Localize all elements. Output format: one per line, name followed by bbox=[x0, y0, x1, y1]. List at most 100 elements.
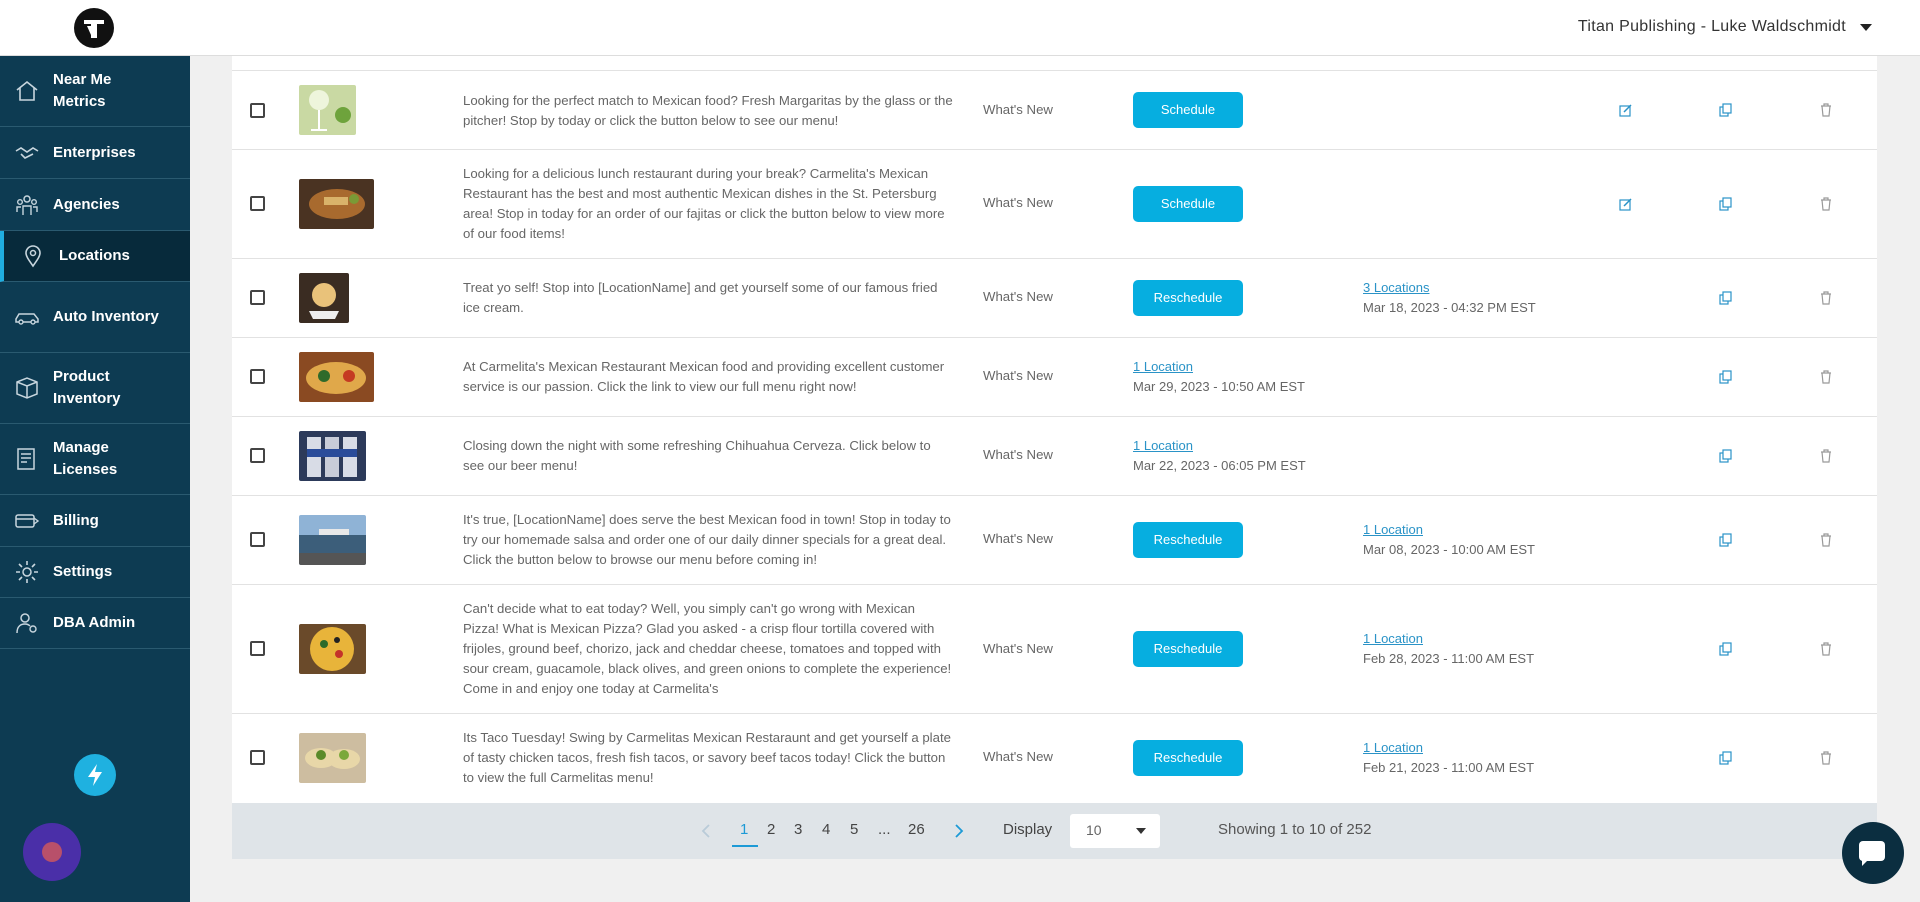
account-name: Titan Publishing - Luke Waldschmidt bbox=[1577, 18, 1846, 35]
chevron-down-icon bbox=[1136, 828, 1146, 834]
admin-user-icon bbox=[16, 613, 37, 634]
trash-icon[interactable] bbox=[1819, 533, 1833, 547]
schedule-info: 3 Locations Mar 18, 2023 - 04:32 PM EST bbox=[1363, 278, 1536, 318]
trash-icon[interactable] bbox=[1819, 449, 1833, 463]
sidebar-item-settings[interactable]: Settings bbox=[0, 547, 190, 598]
gear-icon bbox=[16, 561, 38, 583]
schedule-date: Feb 21, 2023 - 11:00 AM EST bbox=[1363, 760, 1535, 775]
locations-link[interactable]: 1 Location bbox=[1363, 629, 1534, 649]
box-icon bbox=[16, 377, 38, 399]
schedule-info: 1 Location Feb 21, 2023 - 11:00 AM EST bbox=[1363, 738, 1534, 778]
page-3[interactable]: 3 bbox=[794, 821, 802, 838]
locations-link[interactable]: 1 Location bbox=[1363, 520, 1535, 540]
table-row: Can't decide what to eat today? Well, yo… bbox=[232, 585, 1877, 714]
row-checkbox[interactable] bbox=[250, 641, 265, 656]
edit-icon[interactable] bbox=[1619, 197, 1633, 211]
sidebar-item-billing[interactable]: Billing bbox=[0, 495, 190, 547]
locations-link[interactable]: 1 Location bbox=[1133, 436, 1306, 456]
page-4[interactable]: 4 bbox=[822, 821, 830, 838]
sidebar-item-locations[interactable]: Locations bbox=[0, 231, 190, 282]
sidebar-item-product-inventory[interactable]: Product Inventory bbox=[0, 353, 190, 424]
chevron-right-icon[interactable] bbox=[954, 824, 964, 838]
sidebar-item-manage-licenses[interactable]: Manage Licenses bbox=[0, 424, 190, 495]
page-1[interactable]: 1 bbox=[740, 821, 748, 838]
display-label: Display bbox=[1003, 821, 1053, 838]
copy-icon[interactable] bbox=[1719, 370, 1733, 384]
car-icon bbox=[15, 313, 39, 325]
beer-thumbnail bbox=[299, 431, 366, 481]
copy-icon[interactable] bbox=[1719, 197, 1733, 211]
chevron-left-icon[interactable] bbox=[701, 824, 711, 838]
row-checkbox[interactable] bbox=[250, 196, 265, 211]
schedule-info: 1 Location Mar 29, 2023 - 10:50 AM EST bbox=[1133, 357, 1305, 397]
copy-icon[interactable] bbox=[1719, 533, 1733, 547]
account-switcher[interactable]: Titan Publishing - Luke Waldschmidt bbox=[1578, 18, 1872, 36]
post-description: It's true, [LocationName] does serve the… bbox=[463, 512, 951, 567]
copy-icon[interactable] bbox=[1719, 291, 1733, 305]
trash-icon[interactable] bbox=[1819, 642, 1833, 656]
locations-link[interactable]: 3 Locations bbox=[1363, 278, 1536, 298]
post-category: What's New bbox=[983, 289, 1053, 304]
sidebar-item-label: Product Inventory bbox=[53, 368, 121, 407]
platter-thumbnail bbox=[299, 352, 374, 402]
trash-icon[interactable] bbox=[1819, 370, 1833, 384]
row-checkbox[interactable] bbox=[250, 750, 265, 765]
license-icon bbox=[17, 448, 35, 470]
lightning-bolt-icon[interactable] bbox=[74, 754, 116, 796]
pagination-bar: 1 2 3 4 5 ... 26 Display 10 Showing 1 to… bbox=[232, 803, 1877, 859]
schedule-button[interactable]: Schedule bbox=[1133, 186, 1243, 222]
copy-icon[interactable] bbox=[1719, 751, 1733, 765]
reschedule-button[interactable]: Reschedule bbox=[1133, 280, 1243, 316]
locations-link[interactable]: 1 Location bbox=[1363, 738, 1534, 758]
display-count-select[interactable]: 10 bbox=[1070, 814, 1160, 848]
edit-icon[interactable] bbox=[1619, 103, 1633, 117]
row-checkbox[interactable] bbox=[250, 103, 265, 118]
sidebar-item-label: DBA Admin bbox=[53, 614, 136, 631]
handshake-icon bbox=[15, 146, 39, 159]
reschedule-button[interactable]: Reschedule bbox=[1133, 740, 1243, 776]
sidebar-item-dba-admin[interactable]: DBA Admin bbox=[0, 598, 190, 649]
reschedule-button[interactable]: Reschedule bbox=[1133, 522, 1243, 558]
sidebar-item-label: Locations bbox=[59, 247, 130, 264]
post-category: What's New bbox=[983, 368, 1053, 383]
current-page-indicator bbox=[732, 845, 758, 847]
schedule-info: 1 Location Feb 28, 2023 - 11:00 AM EST bbox=[1363, 629, 1534, 669]
schedule-date: Mar 18, 2023 - 04:32 PM EST bbox=[1363, 300, 1536, 315]
trash-icon[interactable] bbox=[1819, 291, 1833, 305]
page-2[interactable]: 2 bbox=[767, 821, 775, 838]
copy-icon[interactable] bbox=[1719, 103, 1733, 117]
trash-icon[interactable] bbox=[1819, 197, 1833, 211]
row-checkbox[interactable] bbox=[250, 448, 265, 463]
copy-icon[interactable] bbox=[1719, 449, 1733, 463]
assistant-launcher-button[interactable] bbox=[23, 823, 81, 881]
chat-button[interactable] bbox=[1842, 822, 1904, 884]
page-5[interactable]: 5 bbox=[850, 821, 858, 838]
margarita-thumbnail bbox=[299, 85, 356, 135]
trash-icon[interactable] bbox=[1819, 751, 1833, 765]
copy-icon[interactable] bbox=[1719, 642, 1733, 656]
billing-icon bbox=[15, 513, 40, 528]
table-row: Looking for a delicious lunch restaurant… bbox=[232, 150, 1877, 259]
page-26[interactable]: 26 bbox=[908, 821, 925, 838]
table-row: Looking for the perfect match to Mexican… bbox=[232, 71, 1877, 150]
post-description: Treat yo self! Stop into [LocationName] … bbox=[463, 280, 938, 315]
table-row: It's true, [LocationName] does serve the… bbox=[232, 496, 1877, 585]
schedule-date: Mar 29, 2023 - 10:50 AM EST bbox=[1133, 379, 1305, 394]
row-checkbox[interactable] bbox=[250, 369, 265, 384]
schedule-button[interactable]: Schedule bbox=[1133, 92, 1243, 128]
sidebar-item-agencies[interactable]: Agencies bbox=[0, 179, 190, 231]
sidebar-item-auto-inventory[interactable]: Auto Inventory bbox=[0, 282, 190, 353]
titan-logo-icon[interactable] bbox=[74, 8, 114, 48]
locations-link[interactable]: 1 Location bbox=[1133, 357, 1305, 377]
table-row: Closing down the night with some refresh… bbox=[232, 417, 1877, 496]
sidebar-item-near-me-metrics[interactable]: Near Me Metrics bbox=[0, 56, 190, 127]
post-description: At Carmelita's Mexican Restaurant Mexica… bbox=[463, 359, 945, 394]
reschedule-button[interactable]: Reschedule bbox=[1133, 631, 1243, 667]
trash-icon[interactable] bbox=[1819, 103, 1833, 117]
schedule-date: Mar 22, 2023 - 06:05 PM EST bbox=[1133, 458, 1306, 473]
sidebar-item-label: Manage Licenses bbox=[53, 439, 118, 478]
post-category: What's New bbox=[983, 195, 1053, 210]
sidebar-item-enterprises[interactable]: Enterprises bbox=[0, 127, 190, 179]
row-checkbox[interactable] bbox=[250, 532, 265, 547]
row-checkbox[interactable] bbox=[250, 290, 265, 305]
